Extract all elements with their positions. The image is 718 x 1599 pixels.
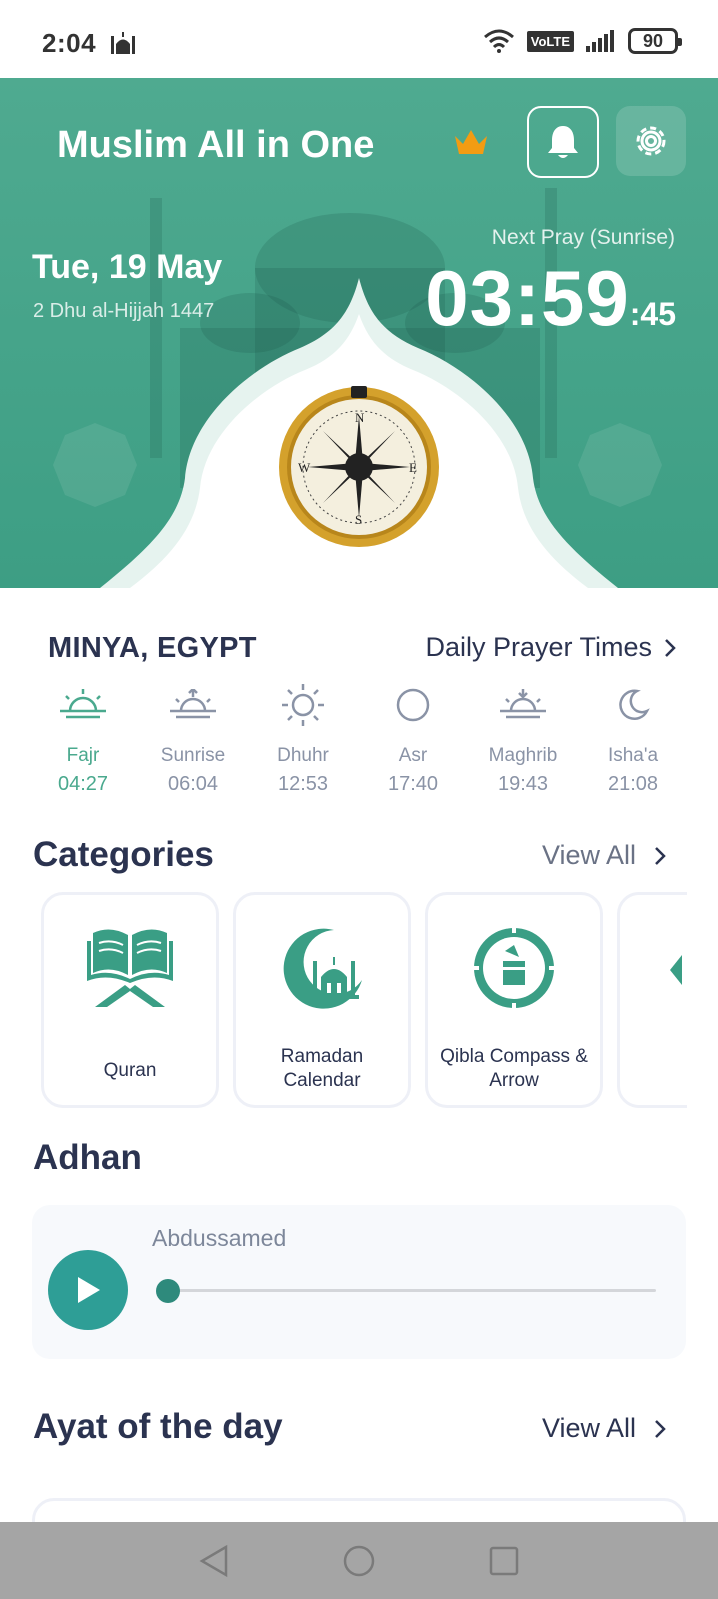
play-icon xyxy=(78,1277,100,1303)
category-partial-icon xyxy=(670,955,682,985)
prayer-time: 21:08 xyxy=(607,773,659,795)
chevron-right-icon xyxy=(665,638,676,657)
prayer-name: Isha'a xyxy=(607,745,659,766)
countdown-seconds: :45 xyxy=(629,296,676,332)
category-card-partial[interactable] xyxy=(617,892,687,1108)
recents-icon[interactable] xyxy=(488,1545,520,1577)
prayer-name: Asr xyxy=(398,745,428,766)
chevron-right-icon xyxy=(655,1419,666,1438)
wifi-icon xyxy=(483,29,514,53)
daily-prayer-times-label: Daily Prayer Times xyxy=(425,632,652,662)
bell-icon xyxy=(548,126,578,158)
settings-button[interactable] xyxy=(616,106,686,176)
sunset-arrow-icon xyxy=(500,689,546,719)
mosque-notification-icon xyxy=(111,32,135,54)
ayat-view-all[interactable]: View All xyxy=(542,1413,666,1444)
compass-letter-n: N xyxy=(355,410,365,425)
quran-icon xyxy=(87,929,173,1007)
compass-letter-s: S xyxy=(355,512,362,527)
categories-title: Categories xyxy=(33,835,214,874)
category-label-line2: Arrow xyxy=(489,1070,539,1091)
moon-icon xyxy=(619,689,650,721)
category-label-line2: Calendar xyxy=(283,1070,361,1091)
prayer-time: 06:04 xyxy=(167,773,219,795)
sun-icon xyxy=(282,684,324,726)
adhan-title: Adhan xyxy=(33,1138,142,1177)
countdown-timer: 03:59:45 xyxy=(425,253,676,344)
category-quran[interactable]: Quran xyxy=(41,892,219,1108)
prayer-time: 17:40 xyxy=(387,773,439,795)
sunrise-horizon-icon xyxy=(60,689,106,719)
categories-view-all[interactable]: View All xyxy=(542,840,666,871)
prayer-name: Dhuhr xyxy=(277,745,329,766)
daily-prayer-times-link[interactable]: Daily Prayer Times xyxy=(425,632,676,663)
view-all-label: View All xyxy=(541,1413,636,1443)
prayer-sunrise[interactable]: Sunrise 06:04 xyxy=(138,683,248,796)
status-bar: 2:04 VoLTE 90 xyxy=(0,0,718,78)
home-icon[interactable] xyxy=(342,1544,376,1578)
prayer-name: Sunrise xyxy=(160,745,226,766)
compass-letter-w: W xyxy=(298,460,311,475)
prayer-times-row: Fajr 04:27 Sunrise 06:04 Dhuhr 12:53 Asr… xyxy=(28,683,688,796)
next-prayer-label: Next Pray (Sunrise) xyxy=(491,226,675,249)
category-label: Ramadan Calendar xyxy=(236,1045,408,1093)
prayer-time: 19:43 xyxy=(497,773,549,795)
circle-icon xyxy=(396,688,430,722)
notifications-button[interactable] xyxy=(527,106,599,178)
prayer-dhuhr[interactable]: Dhuhr 12:53 xyxy=(248,683,358,796)
gregorian-date: Tue, 19 May xyxy=(32,248,223,286)
battery-indicator: 90 xyxy=(628,28,682,54)
prayer-time: 12:53 xyxy=(277,773,329,795)
play-button[interactable] xyxy=(48,1250,128,1330)
category-qibla-compass[interactable]: Qibla Compass & Arrow xyxy=(425,892,603,1108)
ramadan-mosque-icon xyxy=(283,928,362,1009)
category-label: Qibla Compass & Arrow xyxy=(428,1045,600,1093)
qibla-compass-widget[interactable]: N S W E xyxy=(278,386,440,548)
qibla-compass-icon xyxy=(473,927,555,1009)
back-icon[interactable] xyxy=(198,1544,230,1578)
hijri-date: 2 Dhu al-Hijjah 1447 xyxy=(33,300,215,322)
prayer-asr[interactable]: Asr 17:40 xyxy=(358,683,468,796)
signal-icon xyxy=(586,30,614,52)
view-all-label: View All xyxy=(541,840,636,870)
system-navigation-bar xyxy=(0,1522,718,1599)
sunrise-arrow-icon xyxy=(170,689,216,719)
progress-track[interactable] xyxy=(166,1289,656,1292)
adhan-player: Abdussamed xyxy=(32,1205,686,1359)
prayer-ishaa[interactable]: Isha'a 21:08 xyxy=(578,683,688,796)
app-title: Muslim All in One xyxy=(57,124,375,166)
status-icons: VoLTE 90 xyxy=(483,28,682,54)
prayer-maghrib[interactable]: Maghrib 19:43 xyxy=(468,683,578,796)
chevron-right-icon xyxy=(655,846,666,865)
category-label-line1: Ramadan xyxy=(280,1046,364,1067)
premium-crown-icon[interactable] xyxy=(453,128,489,156)
prayer-fajr[interactable]: Fajr 04:27 xyxy=(28,683,138,796)
compass-letter-e: E xyxy=(409,460,417,475)
category-label-line1: Qibla Compass & xyxy=(440,1046,588,1067)
category-ramadan-calendar[interactable]: Ramadan Calendar xyxy=(233,892,411,1108)
volte-badge: VoLTE xyxy=(526,30,574,52)
prayer-name: Maghrib xyxy=(488,745,558,766)
ayat-title: Ayat of the day xyxy=(33,1407,283,1446)
adhan-reciter-name: Abdussamed xyxy=(152,1225,287,1251)
prayer-name: Fajr xyxy=(66,745,100,766)
categories-carousel[interactable]: Quran Ramadan Calendar Qibla Compass & A… xyxy=(41,892,687,1110)
gear-icon xyxy=(636,126,666,156)
progress-thumb[interactable] xyxy=(156,1279,180,1303)
prayer-time: 04:27 xyxy=(57,773,109,795)
header-banner: Muslim All in One Tue, 19 May 2 Dhu al-H… xyxy=(0,78,718,588)
status-time: 2:04 xyxy=(42,28,97,58)
location-label: MINYA, EGYPT xyxy=(48,632,257,664)
countdown-main: 03:59 xyxy=(425,254,630,342)
category-label: Quran xyxy=(103,1060,157,1081)
